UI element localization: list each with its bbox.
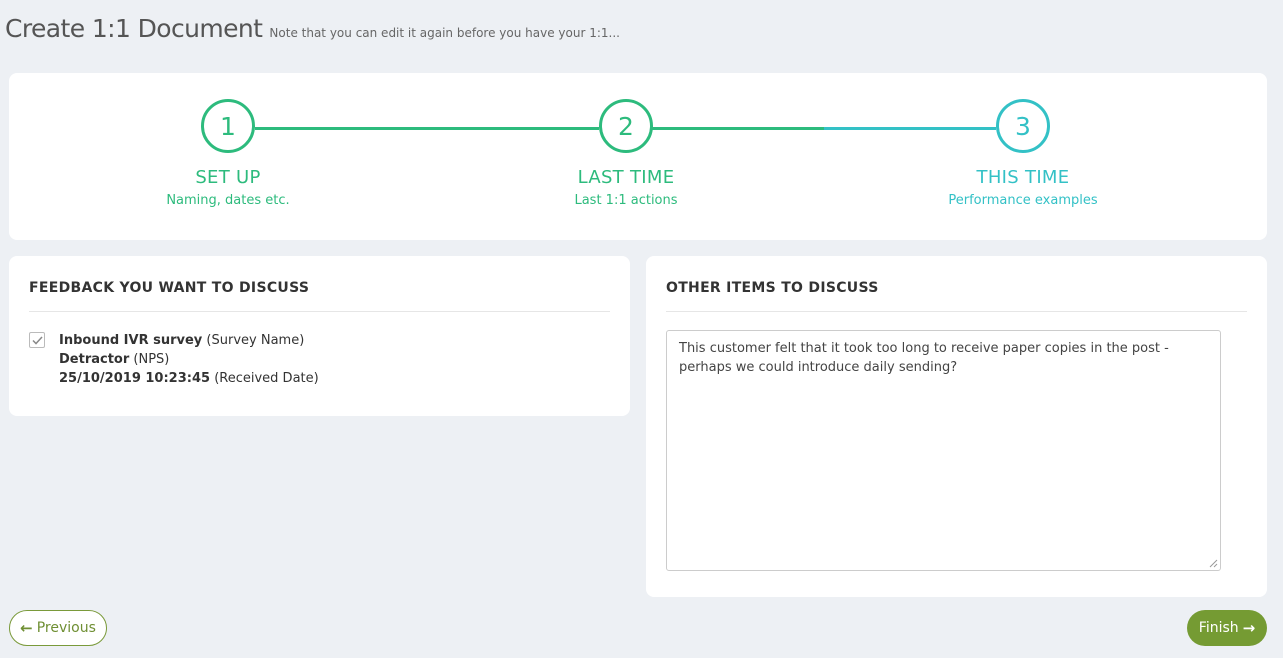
resize-grip-icon[interactable] xyxy=(1208,558,1218,568)
page-header: Create 1:1 Document Note that you can ed… xyxy=(5,14,620,43)
check-icon xyxy=(31,335,43,345)
previous-label: Previous xyxy=(36,620,96,636)
step-this-time-sub: Performance examples xyxy=(948,193,1098,208)
feedback-card: FEEDBACK YOU WANT TO DISCUSS Inbound IVR… xyxy=(9,256,630,416)
nps-value: Detractor xyxy=(59,352,130,367)
feedback-survey-line: Inbound IVR survey (Survey Name) xyxy=(59,331,459,350)
step-setup-label: SET UP xyxy=(195,167,261,188)
other-items-text: This customer felt that it took too long… xyxy=(679,341,1169,375)
previous-button[interactable]: ← Previous xyxy=(9,610,107,646)
step-setup-sub: Naming, dates etc. xyxy=(166,193,290,208)
feedback-details: Inbound IVR survey (Survey Name) Detract… xyxy=(59,331,459,388)
arrow-left-icon: ← xyxy=(20,618,33,637)
step-this-time[interactable]: 3 THIS TIME Performance examples xyxy=(903,99,1143,208)
feedback-checkbox[interactable] xyxy=(29,332,45,348)
step-last-time-sub: Last 1:1 actions xyxy=(574,193,678,208)
other-items-textarea[interactable]: This customer felt that it took too long… xyxy=(666,330,1221,571)
arrow-right-icon: → xyxy=(1242,618,1256,637)
feedback-divider xyxy=(29,311,610,312)
survey-name-label: (Survey Name) xyxy=(206,333,305,348)
nps-label: (NPS) xyxy=(133,352,170,367)
step-last-time-label: LAST TIME xyxy=(577,167,675,188)
survey-name: Inbound IVR survey xyxy=(59,333,203,348)
feedback-nps-line: Detractor (NPS) xyxy=(59,350,459,369)
step-this-time-label: THIS TIME xyxy=(976,167,1070,188)
finish-label: Finish xyxy=(1198,620,1239,636)
step-this-time-number: 3 xyxy=(1015,111,1031,141)
feedback-date-line: 25/10/2019 10:23:45 (Received Date) xyxy=(59,369,459,388)
other-items-card: OTHER ITEMS TO DISCUSS This customer fel… xyxy=(646,256,1267,597)
step-this-time-circle: 3 xyxy=(996,99,1050,153)
step-last-time-circle: 2 xyxy=(599,99,653,153)
finish-button[interactable]: Finish → xyxy=(1187,610,1267,646)
received-date-label: (Received Date) xyxy=(214,371,319,386)
received-date: 25/10/2019 10:23:45 xyxy=(59,371,211,386)
step-setup[interactable]: 1 SET UP Naming, dates etc. xyxy=(108,99,348,208)
page-title: Create 1:1 Document xyxy=(5,14,263,43)
feedback-heading: FEEDBACK YOU WANT TO DISCUSS xyxy=(29,280,310,296)
step-setup-number: 1 xyxy=(220,111,236,141)
step-last-time[interactable]: 2 LAST TIME Last 1:1 actions xyxy=(506,99,746,208)
step-last-time-number: 2 xyxy=(618,111,634,141)
step-setup-circle: 1 xyxy=(201,99,255,153)
other-items-divider xyxy=(666,311,1247,312)
page-subtitle: Note that you can edit it again before y… xyxy=(269,26,620,40)
other-items-heading: OTHER ITEMS TO DISCUSS xyxy=(666,280,879,296)
stepper-card: 1 SET UP Naming, dates etc. 2 LAST TIME … xyxy=(9,73,1267,240)
